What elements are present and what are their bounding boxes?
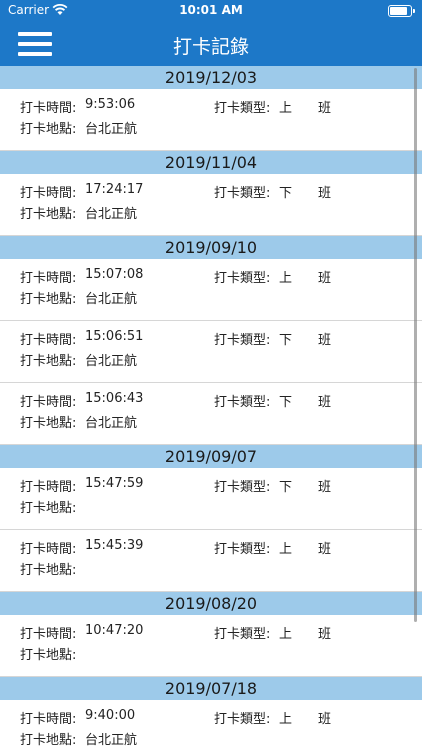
punch-type-label: 打卡類型:: [214, 333, 271, 348]
punch-record-row[interactable]: 打卡時間: 10:47:20 打卡類型: 上 班打卡地點:: [0, 615, 422, 677]
punch-location-value: 台北正航: [85, 122, 138, 137]
punch-time-value: 9:40:00: [85, 708, 136, 723]
punch-location-label: 打卡地點:: [20, 733, 77, 748]
punch-location-label: 打卡地點:: [20, 292, 77, 307]
punch-type-value: 上: [279, 712, 293, 727]
punch-location-label: 打卡地點:: [20, 648, 77, 663]
punch-type-value-suffix: 班: [318, 480, 332, 495]
punch-record-row[interactable]: 打卡時間: 15:07:08 打卡類型: 上 班打卡地點: 台北正航: [0, 259, 422, 321]
punch-type-value: 下: [279, 395, 293, 410]
date-section-header: 2019/08/20: [0, 592, 422, 615]
date-section-header: 2019/11/04: [0, 151, 422, 174]
punch-location-value: 台北正航: [85, 416, 138, 431]
punch-location-value: 台北正航: [85, 207, 138, 222]
punch-type-value-suffix: 班: [318, 712, 332, 727]
punch-type-value: 上: [279, 627, 293, 642]
punch-record-row[interactable]: 打卡時間: 9:40:00 打卡類型: 上 班打卡地點: 台北正航: [0, 700, 422, 750]
punch-type-value: 下: [279, 186, 293, 201]
punch-time-value: 15:47:59: [85, 476, 144, 491]
punch-time-label: 打卡時間:: [20, 627, 77, 642]
punch-type-value-suffix: 班: [318, 542, 332, 557]
scroll-indicator[interactable]: [414, 68, 417, 622]
punch-record-row[interactable]: 打卡時間: 15:06:43 打卡類型: 下 班打卡地點: 台北正航: [0, 383, 422, 445]
punch-record-row[interactable]: 打卡時間: 17:24:17 打卡類型: 下 班打卡地點: 台北正航: [0, 174, 422, 236]
punch-time-value: 15:07:08: [85, 267, 144, 282]
punch-type-value: 上: [279, 542, 293, 557]
punch-type-label: 打卡類型:: [214, 101, 271, 116]
date-section-header: 2019/09/07: [0, 445, 422, 468]
punch-type-value: 上: [279, 271, 293, 286]
punch-time-label: 打卡時間:: [20, 333, 77, 348]
date-section-header: 2019/09/10: [0, 236, 422, 259]
punch-type-label: 打卡類型:: [214, 271, 271, 286]
punch-type-value-suffix: 班: [318, 627, 332, 642]
punch-type-value: 上: [279, 101, 293, 116]
status-time: 10:01 AM: [179, 3, 243, 17]
punch-type-label: 打卡類型:: [214, 627, 271, 642]
punch-location-label: 打卡地點:: [20, 563, 77, 578]
punch-time-label: 打卡時間:: [20, 271, 77, 286]
punch-time-label: 打卡時間:: [20, 542, 77, 557]
punch-type-label: 打卡類型:: [214, 542, 271, 557]
punch-type-label: 打卡類型:: [214, 186, 271, 201]
punch-type-label: 打卡類型:: [214, 712, 271, 727]
punch-time-value: 15:06:51: [85, 329, 144, 344]
punch-time-value: 15:45:39: [85, 538, 144, 553]
punch-type-value-suffix: 班: [318, 395, 332, 410]
punch-time-label: 打卡時間:: [20, 712, 77, 727]
punch-record-row[interactable]: 打卡時間: 15:47:59 打卡類型: 下 班打卡地點:: [0, 468, 422, 530]
punch-time-label: 打卡時間:: [20, 186, 77, 201]
date-section-header: 2019/07/18: [0, 677, 422, 700]
punch-time-value: 9:53:06: [85, 97, 136, 112]
punch-type-label: 打卡類型:: [214, 480, 271, 495]
punch-location-value: 台北正航: [85, 354, 138, 369]
punch-time-label: 打卡時間:: [20, 395, 77, 410]
punch-time-label: 打卡時間:: [20, 101, 77, 116]
date-section-header: 2019/12/03: [0, 66, 422, 89]
punch-location-label: 打卡地點:: [20, 207, 77, 222]
punch-time-value: 15:06:43: [85, 391, 144, 406]
punch-type-value-suffix: 班: [318, 101, 332, 116]
status-bar: Carrier 10:01 AM: [0, 0, 422, 22]
punch-type-value-suffix: 班: [318, 333, 332, 348]
punch-time-label: 打卡時間:: [20, 480, 77, 495]
punch-type-label: 打卡類型:: [214, 395, 271, 410]
punch-location-label: 打卡地點:: [20, 354, 77, 369]
punch-record-list[interactable]: 2019/12/03 打卡時間: 9:53:06 打卡類型: 上班打卡地點: 台北正航 20…: [0, 66, 422, 750]
punch-record-row[interactable]: 打卡時間: 9:53:06 打卡類型: 上 班打卡地點: 台北正航: [0, 89, 422, 151]
punch-location-label: 打卡地點:: [20, 416, 77, 431]
punch-record-row[interactable]: 打卡時間: 15:45:39 打卡類型: 上 班打卡地點:: [0, 530, 422, 592]
punch-time-value: 17:24:17: [85, 182, 144, 197]
punch-location-label: 打卡地點:: [20, 122, 77, 137]
punch-location-value: 台北正航: [85, 292, 138, 307]
punch-location-label: 打卡地點:: [20, 501, 77, 516]
punch-type-value: 下: [279, 480, 293, 495]
punch-type-value: 下: [279, 333, 293, 348]
battery-icon: [388, 5, 415, 17]
punch-time-value: 10:47:20: [85, 623, 144, 638]
navigation-bar: 打卡記錄: [0, 22, 422, 66]
punch-type-value-suffix: 班: [318, 186, 332, 201]
punch-record-row[interactable]: 打卡時間: 15:06:51 打卡類型: 下 班打卡地點: 台北正航: [0, 321, 422, 383]
punch-type-value-suffix: 班: [318, 271, 332, 286]
page-title: 打卡記錄: [172, 36, 249, 58]
punch-location-value: 台北正航: [85, 733, 138, 748]
